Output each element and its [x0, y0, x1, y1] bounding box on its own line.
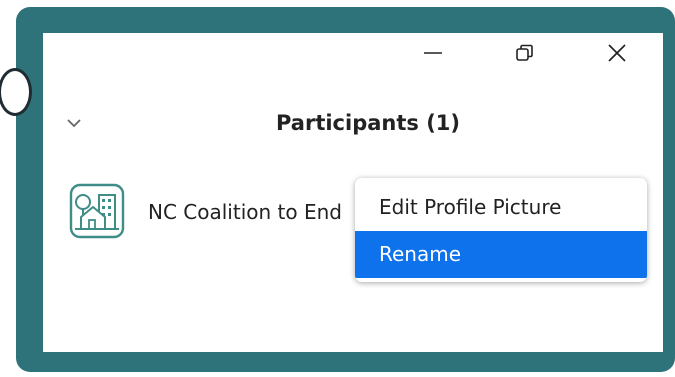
house-building-avatar-icon — [69, 183, 125, 239]
menu-item-rename[interactable]: Rename — [355, 231, 647, 278]
restore-icon — [515, 43, 535, 63]
edge-circle-decoration — [0, 68, 32, 116]
minimize-icon — [423, 43, 443, 63]
panel-title: Participants (1) — [275, 111, 461, 135]
menu-item-edit-profile-picture[interactable]: Edit Profile Picture — [355, 184, 647, 231]
context-menu: Edit Profile Picture Rename — [355, 178, 647, 282]
restore-button[interactable] — [479, 33, 571, 73]
participants-header: Participants (1) — [43, 107, 663, 137]
participants-window: Participants (1) NC Coalition to End Edi… — [43, 33, 663, 352]
close-button[interactable] — [571, 33, 663, 73]
title-bar — [387, 33, 663, 73]
minimize-button[interactable] — [387, 33, 479, 73]
app-frame: Participants (1) NC Coalition to End Edi… — [0, 7, 675, 372]
close-icon — [607, 43, 627, 63]
